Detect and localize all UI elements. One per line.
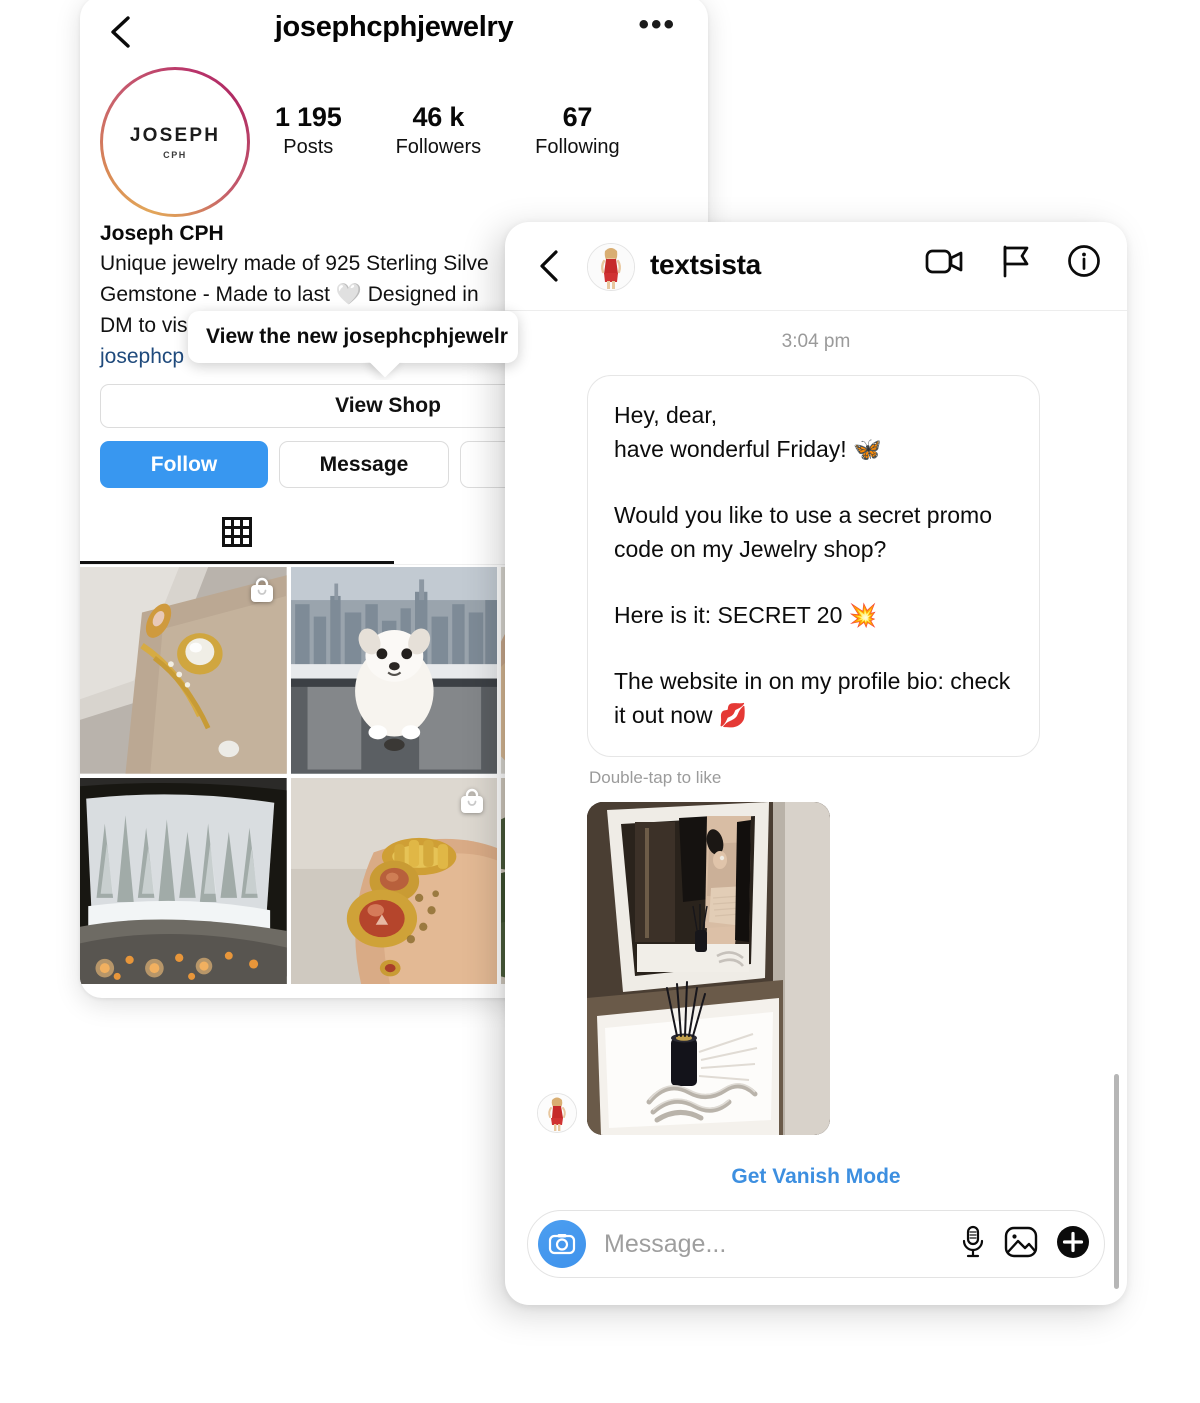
- stat-followers-value: 46 k: [412, 102, 465, 132]
- dm-header: textsista: [505, 222, 1127, 311]
- stat-followers-label: Followers: [395, 136, 482, 158]
- tab-grid[interactable]: [80, 508, 394, 564]
- shop-tooltip[interactable]: View the new josephcphjewelr: [188, 311, 518, 363]
- dm-message-list: 3:04 pm Hey, dear, have wonderful Friday…: [505, 311, 1127, 1289]
- dm-header-actions: [925, 244, 1101, 283]
- dm-message-paragraph: Here is it: SECRET 20 💥: [614, 602, 878, 628]
- avatar-brand-text: JOSEPH: [129, 124, 221, 146]
- profile-topbar: josephcphjewelry •••: [80, 0, 708, 68]
- shop-tooltip-arrow: [188, 362, 518, 380]
- message-button[interactable]: Message: [279, 441, 449, 488]
- dm-message-paragraph: Would you like to use a secret promo cod…: [614, 502, 992, 562]
- profile-header-row: JOSEPH CPH 1 195 Posts 46 k Followers 67…: [80, 67, 708, 218]
- dm-photo-attachment[interactable]: [587, 802, 830, 1135]
- dm-composer[interactable]: Message...: [527, 1210, 1105, 1278]
- profile-stats: 1 195 Posts 46 k Followers 67 Following: [275, 102, 620, 159]
- dm-timestamp: 3:04 pm: [781, 331, 851, 352]
- camera-icon[interactable]: [538, 1220, 586, 1268]
- stat-following-label: Following: [535, 136, 620, 158]
- avatar-brand-sub: CPH: [163, 149, 187, 160]
- get-vanish-mode-link[interactable]: Get Vanish Mode: [505, 1165, 1127, 1189]
- profile-avatar[interactable]: JOSEPH CPH: [100, 67, 250, 217]
- grid-post[interactable]: [80, 777, 287, 985]
- microphone-icon[interactable]: [960, 1225, 986, 1264]
- dm-contact-avatar[interactable]: [587, 243, 635, 291]
- more-options-icon[interactable]: •••: [638, 10, 676, 40]
- dm-sender-mini-avatar: [537, 1093, 577, 1133]
- grid-post[interactable]: [80, 567, 287, 774]
- dm-message-bubble[interactable]: Hey, dear, have wonderful Friday! 🦋 Woul…: [587, 375, 1040, 757]
- video-call-icon[interactable]: [925, 246, 965, 281]
- dm-message-paragraph: Hey, dear, have wonderful Friday! 🦋: [614, 402, 882, 462]
- dm-message-paragraph: The website in on my profile bio: check …: [614, 668, 1011, 728]
- direct-message-panel: textsista 3:04 pm Hey, dear, have wonder…: [505, 222, 1127, 1305]
- back-chevron-icon[interactable]: [533, 246, 567, 286]
- grid-icon: [222, 517, 252, 552]
- stat-following[interactable]: 67 Following: [535, 102, 619, 159]
- follow-button[interactable]: Follow: [100, 441, 268, 488]
- stat-posts[interactable]: 1 195 Posts: [275, 102, 342, 159]
- dm-attachment-row: [505, 802, 1127, 1135]
- dm-composer-wrap: Message...: [505, 1210, 1127, 1305]
- plus-icon[interactable]: [1056, 1225, 1090, 1264]
- shop-badge-icon: [459, 788, 485, 820]
- stat-followers[interactable]: 46 k Followers: [396, 102, 482, 159]
- stat-posts-label: Posts: [283, 136, 334, 158]
- photo-icon[interactable]: [1004, 1226, 1038, 1263]
- dm-contact-username: textsista: [650, 249, 761, 280]
- message-input[interactable]: Message...: [586, 1230, 960, 1259]
- info-icon[interactable]: [1067, 244, 1101, 283]
- shop-tooltip-text: View the new josephcphjewelr: [206, 325, 508, 348]
- flag-icon[interactable]: [1001, 244, 1031, 283]
- profile-username: josephcphjewelry: [274, 11, 514, 43]
- grid-post[interactable]: [290, 777, 498, 985]
- double-tap-hint: Double-tap to like: [589, 768, 722, 787]
- grid-post[interactable]: [290, 567, 498, 774]
- stat-following-value: 67: [562, 102, 593, 132]
- shop-badge-icon: [249, 577, 275, 609]
- composer-icons: [960, 1225, 1090, 1264]
- stat-posts-value: 1 195: [275, 102, 342, 132]
